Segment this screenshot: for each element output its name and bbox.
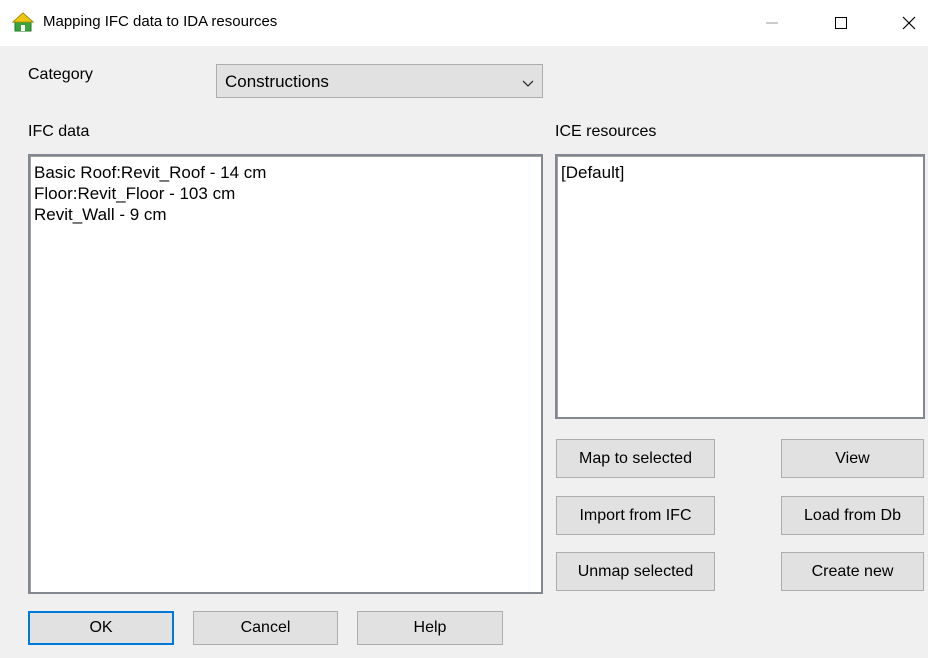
chevron-down-icon — [522, 76, 534, 87]
help-button[interactable]: Help — [357, 611, 503, 645]
import-from-ifc-button[interactable]: Import from IFC — [556, 496, 715, 535]
maximize-icon[interactable] — [818, 0, 864, 46]
window-title: Mapping IFC data to IDA resources — [43, 13, 278, 30]
ice-resources-label: ICE resources — [555, 123, 657, 140]
list-item[interactable]: [Default] — [557, 162, 923, 183]
minimize-icon[interactable] — [749, 0, 795, 46]
ifc-data-label: IFC data — [28, 123, 90, 140]
view-button[interactable]: View — [781, 439, 924, 478]
map-to-selected-button[interactable]: Map to selected — [556, 439, 715, 478]
ice-resources-list[interactable]: [Default] — [555, 154, 925, 419]
unmap-selected-button[interactable]: Unmap selected — [556, 552, 715, 591]
load-from-db-button[interactable]: Load from Db — [781, 496, 924, 535]
house-icon — [11, 12, 35, 32]
category-selected-value: Constructions — [225, 72, 329, 91]
close-icon[interactable] — [886, 0, 928, 46]
title-bar[interactable]: Mapping IFC data to IDA resources — [0, 0, 928, 46]
cancel-button[interactable]: Cancel — [193, 611, 338, 645]
list-item[interactable]: Basic Roof:Revit_Roof - 14 cm — [30, 162, 541, 183]
ok-button[interactable]: OK — [28, 611, 174, 645]
ifc-data-list[interactable]: Basic Roof:Revit_Roof - 14 cm Floor:Revi… — [28, 154, 543, 594]
list-item[interactable]: Revit_Wall - 9 cm — [30, 204, 541, 225]
category-label: Category — [28, 66, 93, 83]
category-dropdown[interactable]: Constructions — [216, 64, 543, 98]
list-item[interactable]: Floor:Revit_Floor - 103 cm — [30, 183, 541, 204]
create-new-button[interactable]: Create new — [781, 552, 924, 591]
